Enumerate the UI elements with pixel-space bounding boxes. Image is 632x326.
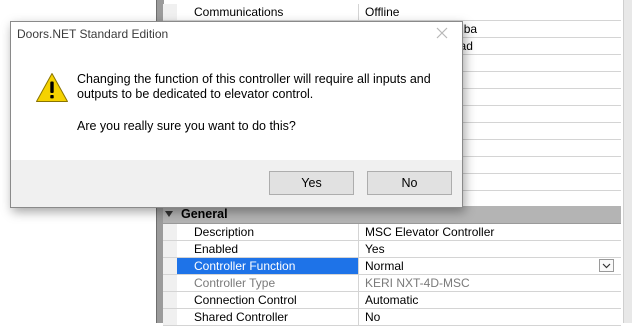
close-icon[interactable] <box>434 25 450 41</box>
property-row-description[interactable]: Description MSC Elevator Controller <box>163 224 621 241</box>
property-row-connection-control[interactable]: Connection Control Automatic <box>163 292 621 309</box>
property-name: Controller Function <box>177 258 359 274</box>
controller-function-select[interactable]: Normal <box>360 258 621 274</box>
property-name: Description <box>177 224 359 240</box>
property-row-controller-type[interactable]: Controller Type KERI NXT-4D-MSC <box>163 275 621 292</box>
property-value[interactable]: MSC Elevator Controller <box>360 224 621 240</box>
row-gutter <box>163 275 177 291</box>
property-value: KERI NXT-4D-MSC <box>365 276 470 290</box>
property-row-communications[interactable]: Communications Offline <box>163 4 621 21</box>
row-gutter <box>163 258 177 274</box>
property-row-shared-controller[interactable]: Shared Controller No <box>163 309 621 326</box>
property-row-enabled[interactable]: Enabled Yes <box>163 241 621 258</box>
property-row-controller-function[interactable]: Controller Function Normal <box>163 258 621 275</box>
confirm-dialog: Doors.NET Standard Edition Changing the … <box>10 21 463 208</box>
chevron-down-icon[interactable] <box>599 259 614 272</box>
dialog-message-text: Changing the function of this controller… <box>77 72 431 101</box>
collapse-triangle-icon[interactable] <box>165 211 173 217</box>
dialog-question: Are you really sure you want to do this? <box>77 119 296 133</box>
category-label: General <box>181 207 228 221</box>
dialog-title: Doors.NET Standard Edition <box>17 27 169 41</box>
dialog-button-bar: Yes No <box>11 160 462 207</box>
property-name: Enabled <box>177 241 359 257</box>
grid-scrollbar[interactable] <box>623 0 632 323</box>
category-general[interactable]: General <box>163 206 621 224</box>
property-value: Offline <box>365 5 400 19</box>
no-button[interactable]: No <box>367 171 452 195</box>
property-value[interactable]: Yes <box>360 241 621 257</box>
property-name: Controller Type <box>177 275 359 291</box>
row-gutter <box>163 241 177 257</box>
row-gutter <box>163 292 177 308</box>
row-gutter <box>163 4 177 20</box>
dialog-message: Changing the function of this controller… <box>77 72 447 134</box>
property-name: Communications <box>177 4 359 20</box>
property-value[interactable]: Automatic <box>360 292 621 308</box>
row-gutter <box>163 224 177 240</box>
property-name: Connection Control <box>177 292 359 308</box>
warning-icon <box>35 72 69 106</box>
yes-button[interactable]: Yes <box>269 171 354 195</box>
